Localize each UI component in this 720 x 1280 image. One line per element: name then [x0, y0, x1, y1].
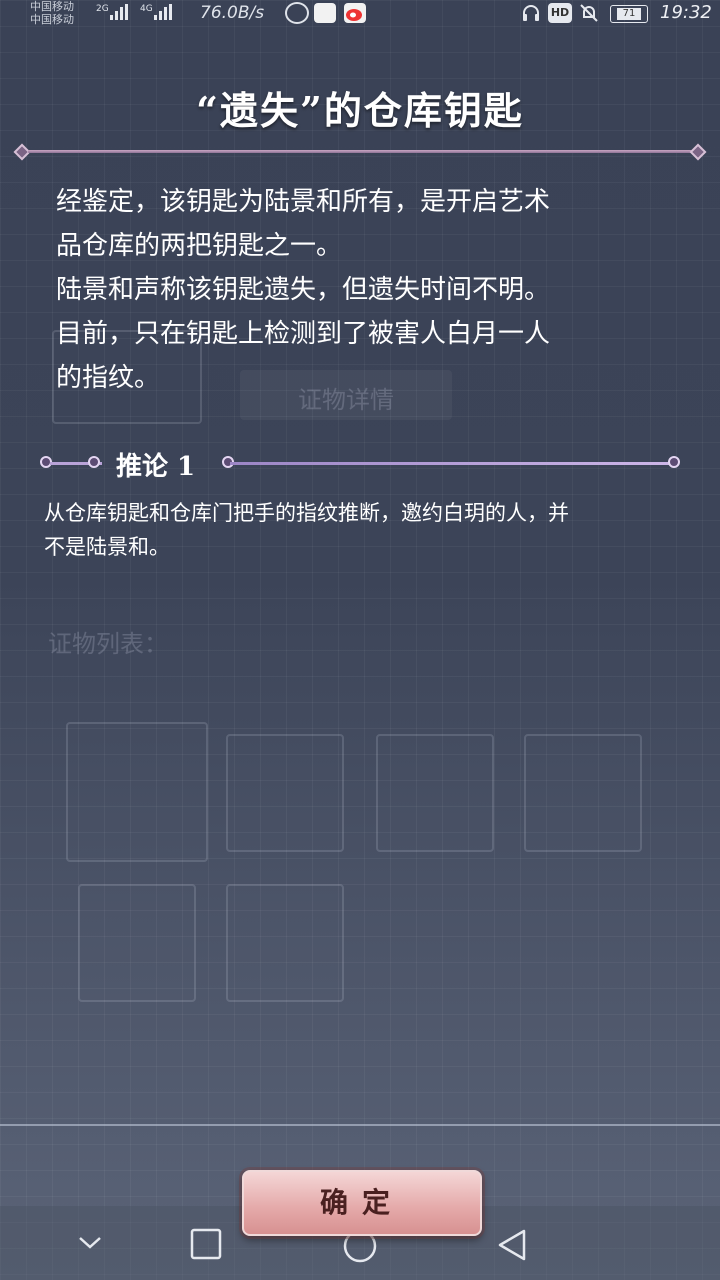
inference-header: 推论 1	[40, 446, 680, 482]
status-bar: 中国移动 中国移动 2G 4G 76.0B/s HD 71 19:32	[0, 0, 720, 30]
ghost-evidence-slot-6	[226, 884, 344, 1002]
inference-label: 推论 1	[116, 452, 196, 482]
description-line: 的指纹。	[56, 363, 161, 393]
ghost-evidence-slot-2	[226, 734, 344, 852]
description-line: 经鉴定，该钥匙为陆景和所有，是开启艺术	[56, 187, 551, 217]
triangle-back-icon[interactable]	[496, 1228, 528, 1266]
evidence-description: 经鉴定，该钥匙为陆景和所有，是开启艺术 品仓库的两把钥匙之一。 陆景和声称该钥匙…	[56, 180, 666, 400]
description-line: 陆景和声称该钥匙遗失，但遗失时间不明。	[56, 275, 551, 305]
carrier-labels: 中国移动 中国移动	[30, 0, 74, 26]
chevron-down-icon[interactable]	[76, 1228, 104, 1260]
network-speed: 76.0B/s	[200, 3, 265, 23]
bottom-divider	[0, 1124, 720, 1126]
hd-icon: HD	[548, 3, 572, 23]
cat-app-icon	[314, 3, 336, 23]
carrier-top: 中国移动	[30, 0, 74, 13]
confirm-button[interactable]: 确定	[242, 1170, 482, 1236]
inference-line: 不是陆景和。	[44, 535, 170, 559]
battery-level: 71	[617, 8, 641, 20]
ghost-list-label: 证物列表：	[48, 630, 168, 658]
network-type-2: 4G	[140, 4, 153, 14]
description-line: 目前，只在钥匙上检测到了被害人白月一人	[56, 319, 551, 349]
title-divider	[13, 143, 707, 161]
description-line: 品仓库的两把钥匙之一。	[56, 231, 343, 261]
app-notification-icon	[285, 2, 309, 24]
dialog-title: “遗失”的仓库钥匙	[196, 88, 524, 133]
carrier-bottom: 中国移动	[30, 13, 74, 26]
ghost-evidence-slot-4	[524, 734, 642, 852]
inference-text: 从仓库钥匙和仓库门把手的指纹推断，邀约白玥的人，并 不是陆景和。	[44, 496, 684, 564]
mute-bell-icon	[578, 3, 600, 23]
weibo-icon	[344, 3, 366, 23]
ghost-evidence-slot-3	[376, 734, 494, 852]
square-recent-icon[interactable]	[190, 1228, 222, 1264]
inference-line-right	[230, 462, 670, 465]
ghost-evidence-slot-1	[66, 722, 208, 862]
inference-dot-end	[668, 456, 680, 468]
network-type-1: 2G	[96, 4, 109, 14]
signal-icon-1	[110, 4, 132, 20]
ghost-evidence-slot-5	[78, 884, 196, 1002]
clock: 19:32	[660, 2, 712, 23]
inference-line: 从仓库钥匙和仓库门把手的指纹推断，邀约白玥的人，并	[44, 501, 569, 525]
battery-icon: 71	[610, 5, 648, 23]
headset-icon	[520, 3, 542, 23]
signal-icon-2	[154, 4, 176, 20]
inference-dot-mid	[88, 456, 100, 468]
